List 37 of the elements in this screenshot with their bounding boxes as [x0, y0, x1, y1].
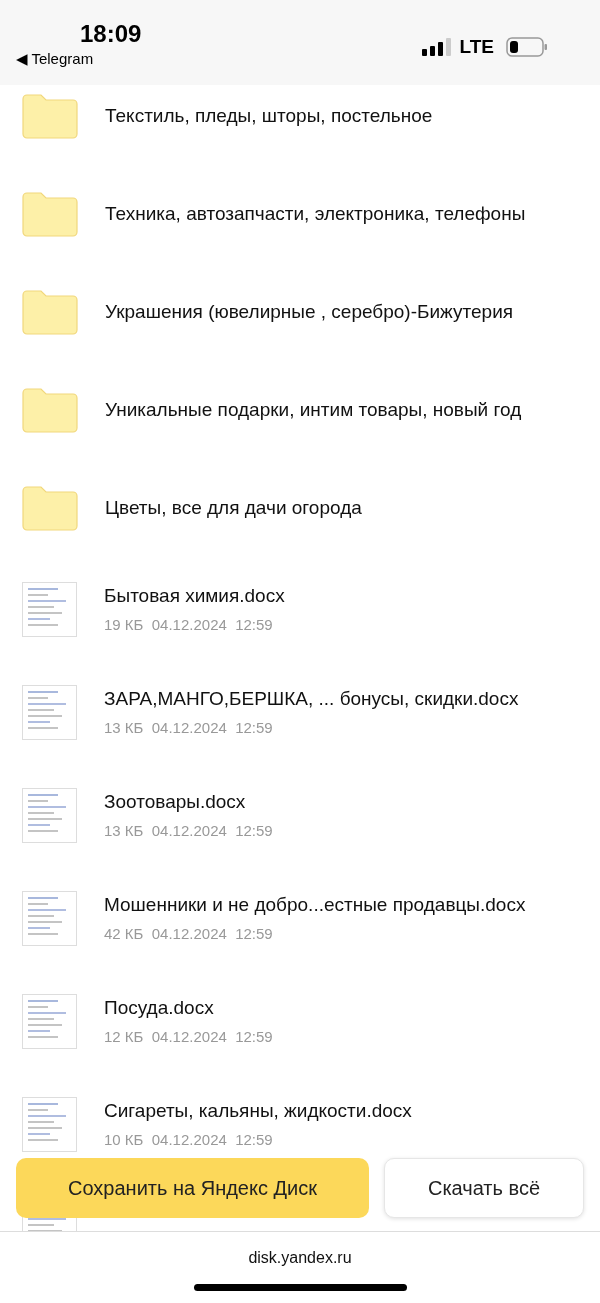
folder-name: Украшения (ювелирные , серебро)-Бижутерия [105, 301, 514, 323]
save-to-disk-button[interactable]: Сохранить на Яндекс Диск [16, 1158, 369, 1218]
file-name: Зоотовары.docx [104, 791, 247, 813]
document-thumbnail [22, 684, 77, 740]
file-details: 13 КБ 04.12.2024 12:59 [104, 822, 273, 839]
home-indicator[interactable] [193, 1284, 407, 1291]
document-thumbnail [22, 993, 77, 1049]
folder-name: Техника, автозапчасти, электроника, телефоны [105, 203, 526, 225]
clock-time: 18:09 [80, 20, 142, 48]
file-details: 10 КБ 04.12.2024 12:59 [104, 1131, 274, 1148]
file-name: Мошенники и не добро...естные продавцы.docx [104, 894, 526, 916]
document-thumbnail [22, 787, 77, 843]
file-details: 13 КБ 04.12.2024 12:59 [104, 719, 274, 736]
folder-name: Текстиль, пледы, шторы, постельное [105, 105, 433, 127]
file-details: 42 КБ 04.12.2024 12:59 [104, 925, 274, 942]
file-name: Бытовая химия.docx [104, 585, 285, 607]
file-name: Посуда.docx [104, 997, 215, 1019]
folder-name: Уникальные подарки, интим товары, новый год [105, 399, 522, 421]
document-thumbnail [22, 581, 77, 637]
file-details: 19 КБ 04.12.2024 12:59 [104, 616, 274, 633]
document-thumbnail [22, 1096, 77, 1152]
network-label: LTE [459, 35, 494, 58]
file-name: Сигареты, кальяны, жидкости.docx [104, 1100, 412, 1122]
battery-icon [506, 36, 548, 57]
folder-icon [22, 93, 78, 139]
folder-icon [22, 191, 78, 237]
folder-icon [22, 387, 78, 433]
folder-icon [22, 289, 78, 335]
download-all-button[interactable]: Скачать всё [384, 1158, 584, 1218]
signal-icon [421, 37, 452, 56]
url-label[interactable]: disk.yandex.ru [248, 1249, 352, 1267]
file-details: 12 КБ 04.12.2024 12:59 [104, 1028, 273, 1045]
back-link[interactable]: ◀ Telegram [16, 50, 142, 68]
folder-icon [22, 485, 78, 531]
document-thumbnail [22, 890, 77, 946]
folder-name: Цветы, все для дачи огорода [105, 497, 362, 519]
file-name: ЗАРА,МАНГО,БЕРШКА, ... бонусы, скидки.docx [104, 688, 519, 710]
